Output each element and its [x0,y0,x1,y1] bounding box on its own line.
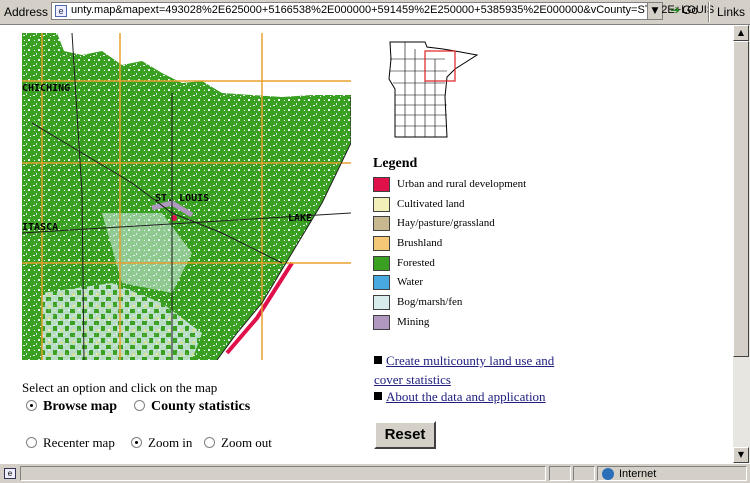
multicounty-link-row-2: cover statistics [374,372,451,388]
browse-map-option[interactable]: Browse map [26,399,117,415]
land-cover-map[interactable]: CHICHING ST. LOUIS ITASCA LAKE [22,33,351,360]
page-icon: e [55,5,67,17]
multicounty-link-row: Create multicounty land use and [374,353,554,369]
page-viewport: CHICHING ST. LOUIS ITASCA LAKE Legend Ur… [0,25,733,463]
legend-swatch-cultivated [373,197,390,212]
address-input[interactable]: e unty.map&mapext=493028%2E625000+516653… [51,2,714,20]
legend-swatch-forested [373,256,390,271]
about-data-link[interactable]: About the data and application [386,389,546,404]
bullet-icon [374,356,382,364]
status-pane-1 [549,466,571,481]
county-statistics-radio[interactable] [134,400,145,411]
browse-map-radio[interactable] [26,400,37,411]
status-pane-2 [573,466,595,481]
county-statistics-option[interactable]: County statistics [134,399,250,415]
create-multicounty-link-cont[interactable]: cover statistics [374,372,451,387]
address-label: Address [4,5,49,19]
zoom-in-option[interactable]: Zoom in [131,435,192,451]
zoom-out-option[interactable]: Zoom out [204,435,272,451]
status-text-pane [20,466,546,481]
map-label-chiching: CHICHING [22,83,70,94]
scroll-down-button[interactable]: ▼ [733,447,749,463]
state-locator-map [388,41,479,138]
zoom-out-radio[interactable] [204,437,215,448]
map-label-itasca: ITASCA [22,222,58,233]
legend-swatch-hay-pasture [373,216,390,231]
legend-swatch-mining [373,315,390,330]
create-multicounty-link[interactable]: Create multicounty land use and [386,353,554,368]
go-button[interactable]: ➔ Go [670,3,698,19]
vertical-scrollbar[interactable]: ▲ ▼ [733,25,750,463]
legend-swatch-brushland [373,236,390,251]
scroll-thumb[interactable] [733,41,749,357]
status-bar: e Internet [0,463,750,483]
links-button[interactable]: Links [717,5,745,19]
address-url[interactable]: unty.map&mapext=493028%2E625000+5166538%… [71,4,714,16]
reset-button[interactable]: Reset [374,421,436,449]
page-status-icon: e [4,468,16,479]
legend-title: Legend [373,156,418,171]
legend-swatch-water [373,275,390,290]
scroll-up-button[interactable]: ▲ [733,25,749,41]
recenter-map-option[interactable]: Recenter map [26,435,115,451]
address-dropdown-button[interactable]: ▼ [647,3,662,19]
instruction-text: Select an option and click on the map [22,380,218,395]
map-label-st-louis: ST. LOUIS [155,193,209,204]
toolbar-separator [708,2,710,22]
about-link-row: About the data and application [374,389,546,405]
address-bar: Address e unty.map&mapext=493028%2E62500… [0,0,750,25]
bullet-icon [374,392,382,400]
map-label-lake: LAKE [288,213,312,224]
recenter-map-radio[interactable] [26,437,37,448]
globe-icon [602,468,614,480]
legend-swatch-bog [373,295,390,310]
legend-swatch-urban [373,177,390,192]
security-zone-label: Internet [619,468,657,480]
go-arrow-icon: ➔ [670,3,681,17]
zoom-in-radio[interactable] [131,437,142,448]
